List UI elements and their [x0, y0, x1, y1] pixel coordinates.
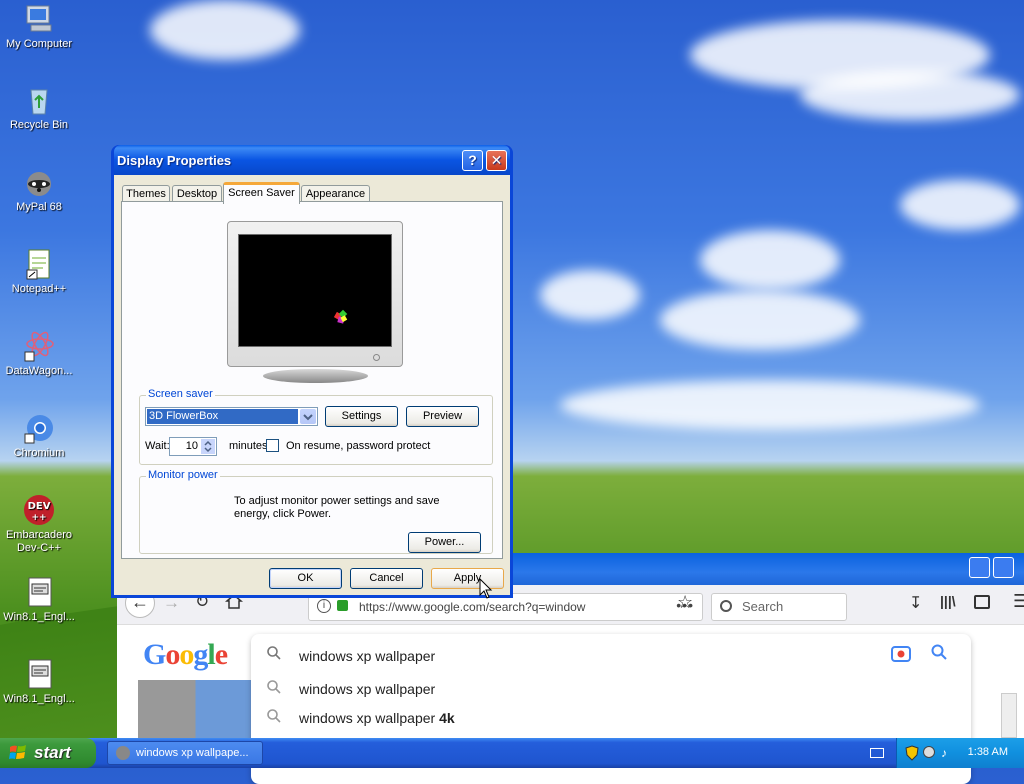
camera-search-icon[interactable] [891, 644, 911, 665]
computer-icon [23, 3, 55, 35]
svg-text:DEV: DEV [28, 501, 51, 512]
dialog-titlebar[interactable]: Display Properties ? ✕ [114, 145, 510, 175]
system-tray: ♪ 1:38 AM [896, 738, 1024, 768]
atom-icon [23, 330, 55, 362]
security-shield-icon[interactable] [905, 745, 919, 764]
wait-value: 10 [185, 440, 198, 452]
desktop-icon-my-computer[interactable]: My Computer [2, 3, 76, 51]
monitor-power-description: To adjust monitor power settings and sav… [234, 495, 440, 520]
recycle-bin-icon [23, 84, 55, 116]
start-label: start [34, 743, 71, 762]
raccoon-browser-icon [116, 746, 130, 760]
desktop-icon-recycle-bin[interactable]: Recycle Bin [2, 84, 76, 132]
search-query-input[interactable]: windows xp wallpaper [299, 648, 435, 664]
desktop-icon-mypal[interactable]: MyPal 68 [2, 166, 76, 214]
settings-button[interactable]: Settings [325, 406, 398, 427]
password-protect-checkbox[interactable] [266, 439, 279, 452]
download-icon[interactable]: ↧ [909, 593, 922, 613]
up-down-icon[interactable] [201, 439, 215, 454]
search-icon [720, 600, 732, 612]
monitor-power-group: Monitor power To adjust monitor power se… [139, 469, 493, 554]
ok-button[interactable]: OK [269, 568, 342, 589]
keyboard-icon[interactable] [870, 748, 884, 758]
display-properties-dialog[interactable]: Display Properties ? ✕ Themes Desktop Sc… [111, 145, 513, 598]
search-bar[interactable]: Search [711, 593, 847, 621]
desktop-icon-win81-iso-2[interactable]: Win8.1_Engl... [2, 658, 76, 706]
group-label: Monitor power [146, 469, 220, 481]
menu-icon[interactable]: ☰ [1013, 591, 1024, 612]
help-icon: ? [468, 152, 477, 168]
search-icon [267, 646, 281, 660]
dialog-title: Display Properties [117, 153, 232, 168]
url-text: https://www.google.com/search?q=window [359, 600, 586, 614]
library-icon[interactable]: |||\ [940, 593, 956, 609]
scrollbar[interactable] [1001, 693, 1017, 738]
password-protect-label[interactable]: On resume, password protect [286, 440, 430, 452]
wait-stepper[interactable]: 10 [169, 437, 217, 456]
search-icon [267, 709, 281, 723]
notepad-icon [23, 248, 55, 280]
info-icon[interactable]: i [317, 599, 331, 613]
desktop-icon-devcpp[interactable]: DEV ++ Embarcadero Dev-C++ [2, 494, 76, 555]
dialog-body: Themes Desktop Screen Saver Appearance S… [114, 175, 510, 595]
search-submit-icon[interactable] [931, 644, 947, 663]
taskbar: start windows xp wallpape... ♪ 1:38 AM [0, 738, 1024, 768]
screen-saver-select[interactable]: 3D FlowerBox [145, 407, 318, 426]
svg-text:++: ++ [31, 513, 46, 523]
devcpp-icon: DEV ++ [23, 494, 55, 526]
tab-screen-saver[interactable]: Screen Saver [223, 182, 300, 204]
lock-icon [337, 600, 348, 611]
wait-label: Wait: [145, 440, 170, 452]
desktop-icon-notepadpp[interactable]: Notepad++ [2, 248, 76, 296]
close-button[interactable]: ✕ [486, 150, 507, 171]
screen-saver-panel: Screen saver 3D FlowerBox Settings Previ… [121, 201, 503, 559]
cancel-button[interactable]: Cancel [350, 568, 423, 589]
clock: 1:38 AM [967, 746, 1008, 758]
search-placeholder: Search [742, 599, 784, 614]
bookmark-star-icon[interactable]: ☆ [677, 592, 693, 613]
preview-screen [238, 234, 392, 347]
result-thumbnail[interactable] [138, 680, 253, 740]
power-led-icon [373, 354, 380, 361]
minutes-label: minutes [229, 440, 268, 452]
sidebar-icon[interactable] [974, 595, 990, 609]
desktop-icon-win81-iso-1[interactable]: Win8.1_Engl... [2, 576, 76, 624]
start-button[interactable]: start [0, 738, 96, 768]
taskbar-item-label: windows xp wallpape... [136, 747, 249, 759]
flowerbox-icon [333, 309, 348, 324]
selected-screen-saver: 3D FlowerBox [147, 409, 298, 424]
network-icon[interactable] [923, 746, 935, 758]
google-logo[interactable]: Google [143, 638, 228, 672]
iso-file-icon [23, 576, 55, 608]
apply-button[interactable]: Apply [431, 568, 504, 589]
chromium-icon [23, 412, 55, 444]
maximize-button[interactable] [993, 557, 1014, 578]
help-button[interactable]: ? [462, 150, 483, 171]
desktop-icon-datawagon[interactable]: DataWagon... [2, 330, 76, 378]
close-icon: ✕ [490, 152, 503, 168]
suggestion-item[interactable]: windows xp wallpaper [299, 681, 435, 697]
raccoon-browser-icon [23, 166, 55, 198]
desktop-icon-chromium[interactable]: Chromium [2, 412, 76, 460]
group-label: Screen saver [146, 388, 215, 400]
monitor-preview [227, 221, 403, 367]
screen-saver-group: Screen saver 3D FlowerBox Settings Previ… [139, 388, 493, 465]
taskbar-item-browser[interactable]: windows xp wallpape... [107, 741, 263, 765]
monitor-stand [263, 369, 368, 383]
suggestion-item[interactable]: windows xp wallpaper 4k [299, 710, 455, 726]
power-button[interactable]: Power... [408, 532, 481, 553]
windows-flag-icon [9, 745, 26, 759]
browser-content: Google windows xp wallpaper windows xp w… [117, 625, 1024, 784]
minimize-button[interactable] [969, 557, 990, 578]
preview-button[interactable]: Preview [406, 406, 479, 427]
mouse-cursor-icon [479, 578, 493, 599]
volume-icon[interactable]: ♪ [941, 746, 947, 760]
chevron-down-icon[interactable] [300, 409, 316, 424]
search-icon [267, 680, 281, 694]
iso-file-icon [23, 658, 55, 690]
